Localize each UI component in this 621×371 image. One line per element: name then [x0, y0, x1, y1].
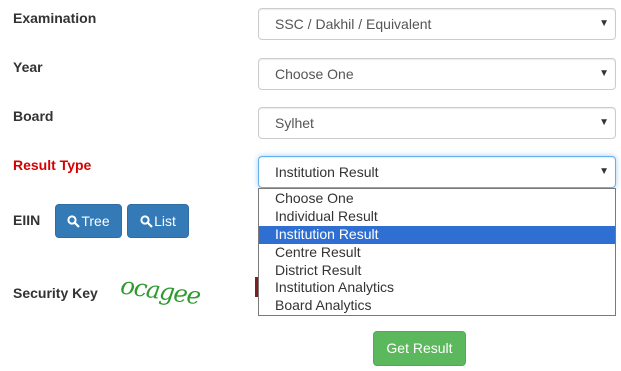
captcha-image: ocagee [119, 276, 203, 310]
option-district-result[interactable]: District Result [259, 262, 615, 280]
board-select[interactable]: Sylhet ▼ [258, 107, 616, 139]
board-select-value: Sylhet [275, 115, 314, 131]
year-label: Year [13, 59, 43, 75]
tree-button-label: Tree [81, 213, 110, 229]
year-select[interactable]: Choose One ▼ [258, 58, 616, 90]
caret-down-icon: ▼ [599, 18, 609, 29]
result-type-dropdown[interactable]: Choose One Individual Result Institution… [258, 188, 616, 316]
search-icon [140, 213, 154, 229]
caret-down-icon: ▼ [599, 117, 609, 128]
caret-down-icon: ▼ [599, 68, 609, 79]
list-button-label: List [154, 213, 176, 229]
list-button[interactable]: List [127, 204, 189, 238]
result-type-label: Result Type [13, 157, 92, 173]
board-label: Board [13, 108, 54, 124]
year-select-value: Choose One [275, 66, 354, 82]
examination-label: Examination [13, 10, 97, 26]
option-institution-analytics[interactable]: Institution Analytics [259, 279, 615, 297]
examination-select[interactable]: SSC / Dakhil / Equivalent ▼ [258, 8, 616, 40]
option-institution-result[interactable]: Institution Result [259, 225, 615, 244]
option-individual-result[interactable]: Individual Result [259, 208, 615, 226]
security-key-label: Security Key [13, 285, 98, 301]
search-icon [67, 213, 81, 229]
option-board-analytics[interactable]: Board Analytics [259, 297, 615, 315]
tree-button[interactable]: Tree [55, 204, 122, 238]
captcha-text: ocagee [119, 276, 203, 310]
result-type-select[interactable]: Institution Result ▼ [258, 156, 616, 188]
option-choose-one[interactable]: Choose One [259, 190, 615, 208]
result-type-select-value: Institution Result [275, 164, 379, 180]
caret-down-icon: ▼ [599, 166, 609, 177]
eiin-label: EIIN [13, 212, 41, 228]
examination-select-value: SSC / Dakhil / Equivalent [275, 16, 432, 32]
option-centre-result[interactable]: Centre Result [259, 244, 615, 262]
get-result-button[interactable]: Get Result [373, 331, 466, 366]
